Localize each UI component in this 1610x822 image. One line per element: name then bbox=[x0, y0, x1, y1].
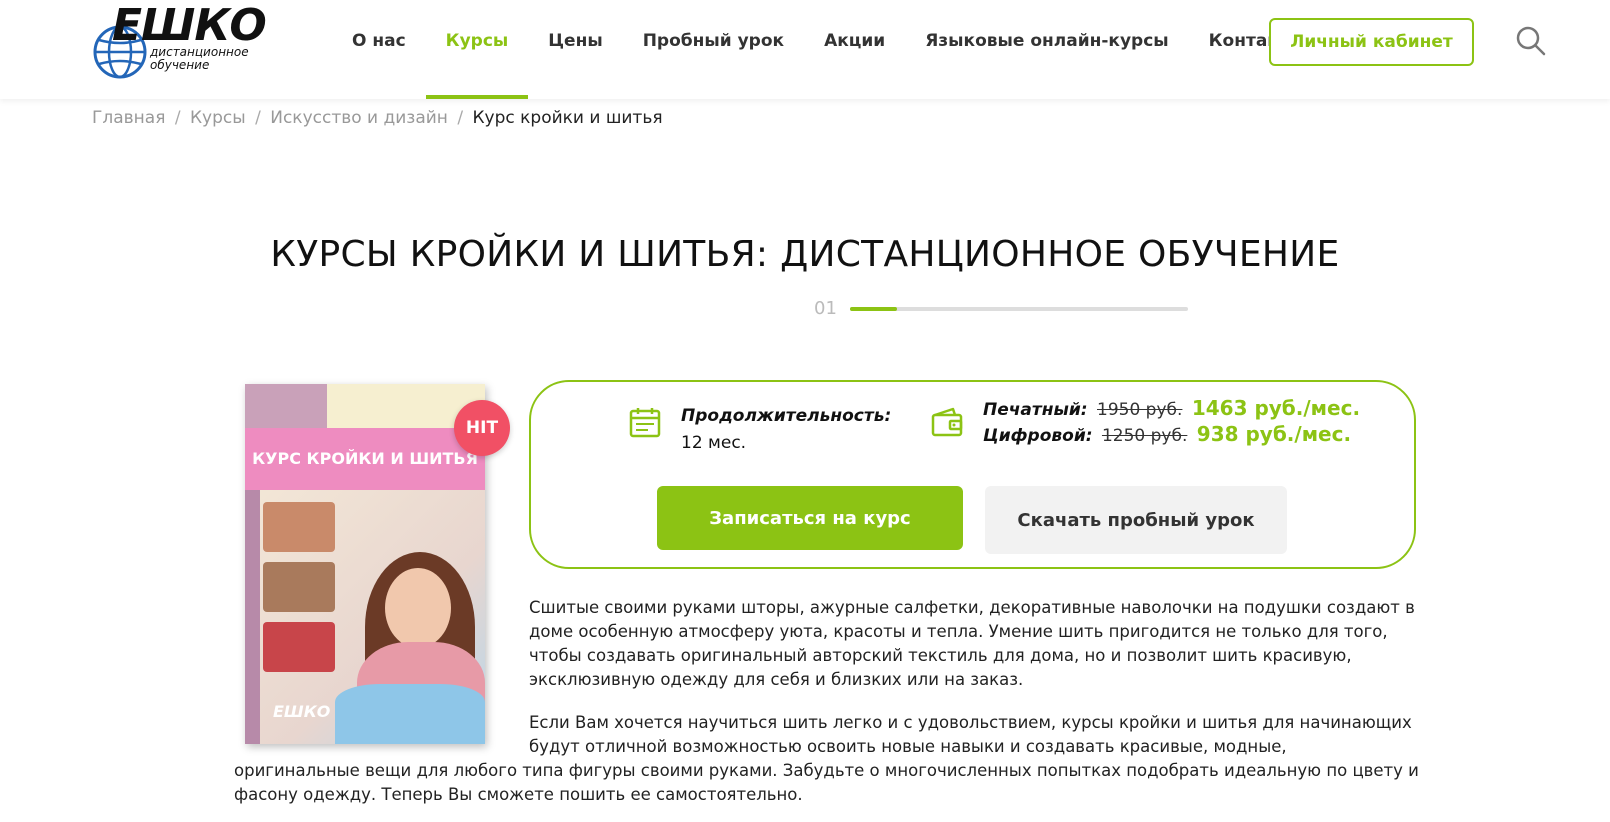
nav-item-about[interactable]: О нас bbox=[332, 0, 426, 99]
cover-title: КУРС КРОЙКИ И ШИТЬЯ bbox=[245, 428, 485, 490]
description-paragraph: Если Вам хочется научиться шить легко и … bbox=[529, 713, 1412, 756]
price-digital-old: 1250 руб. bbox=[1101, 426, 1188, 446]
step-progress-track bbox=[850, 307, 1188, 311]
cover-figure bbox=[385, 568, 451, 648]
cover-thumb-image bbox=[263, 502, 335, 552]
breadcrumb-link-art-design[interactable]: Искусство и дизайн bbox=[270, 108, 448, 128]
step-number: 01 bbox=[814, 298, 837, 319]
nav-item-language[interactable]: Языковые онлайн-курсы bbox=[905, 0, 1188, 99]
nav-item-courses[interactable]: Курсы bbox=[425, 0, 529, 99]
nav-item-prices[interactable]: Цены bbox=[528, 0, 622, 99]
course-book-cover: КУРС КРОЙКИ И ШИТЬЯ ЕШКО bbox=[245, 384, 485, 744]
download-trial-button[interactable]: Скачать пробный урок bbox=[985, 486, 1287, 554]
price-printed-new: 1463 руб./мес. bbox=[1191, 396, 1361, 420]
price-printed: Печатный: 1950 руб. 1463 руб./мес. bbox=[983, 396, 1360, 420]
logo[interactable]: ЕШКО дистанционное обучение bbox=[92, 4, 267, 80]
cover-thumb-image bbox=[263, 562, 335, 612]
site-header: ЕШКО дистанционное обучение О нас Курсы … bbox=[0, 0, 1610, 99]
course-info-box: Продолжительность: 12 мес. Печатный: 195… bbox=[529, 380, 1416, 569]
main-nav: О нас Курсы Цены Пробный урок Акции Язык… bbox=[332, 0, 1324, 99]
wallet-icon bbox=[931, 407, 963, 437]
logo-subtitle: дистанционное обучение bbox=[150, 45, 249, 72]
breadcrumb: Главная / Курсы / Искусство и дизайн / К… bbox=[92, 108, 663, 128]
breadcrumb-separator: / bbox=[457, 108, 464, 128]
nav-item-trial[interactable]: Пробный урок bbox=[623, 0, 804, 99]
page-title: КУРСЫ КРОЙКИ И ШИТЬЯ: ДИСТАНЦИОННОЕ ОБУЧ… bbox=[270, 234, 1340, 275]
logo-wordmark: ЕШКО bbox=[112, 0, 267, 51]
price-digital-label: Цифровой: bbox=[983, 426, 1093, 446]
calendar-icon bbox=[629, 408, 661, 438]
cover-block bbox=[245, 384, 327, 428]
price-digital: Цифровой: 1250 руб. 938 руб./мес. bbox=[983, 422, 1351, 446]
cover-logo: ЕШКО bbox=[273, 702, 331, 721]
breadcrumb-link-courses[interactable]: Курсы bbox=[190, 108, 246, 128]
breadcrumb-current: Курс кройки и шитья bbox=[472, 108, 663, 128]
hit-badge: HIT bbox=[454, 400, 510, 456]
cover-thumb-image bbox=[263, 622, 335, 672]
description-paragraph: оригинальные вещи для любого типа фигуры… bbox=[234, 761, 1419, 804]
price-printed-old: 1950 руб. bbox=[1097, 400, 1183, 420]
nav-item-promos[interactable]: Акции bbox=[804, 0, 905, 99]
breadcrumb-link-home[interactable]: Главная bbox=[92, 108, 165, 128]
step-progress-fill bbox=[850, 307, 898, 311]
price-printed-label: Печатный: bbox=[983, 400, 1088, 420]
breadcrumb-separator: / bbox=[174, 108, 181, 128]
price-digital-new: 938 руб./мес. bbox=[1196, 422, 1352, 446]
duration-label: Продолжительность: bbox=[681, 406, 892, 426]
breadcrumb-separator: / bbox=[255, 108, 261, 128]
personal-account-button[interactable]: Личный кабинет bbox=[1269, 18, 1474, 66]
cover-fabric bbox=[335, 684, 485, 744]
enroll-button[interactable]: Записаться на курс bbox=[657, 486, 963, 550]
cover-spine bbox=[245, 490, 260, 744]
description-paragraph: Сшитые своими руками шторы, ажурные салф… bbox=[529, 598, 1415, 689]
duration-value: 12 мес. bbox=[681, 433, 747, 453]
search-icon[interactable] bbox=[1516, 26, 1546, 56]
